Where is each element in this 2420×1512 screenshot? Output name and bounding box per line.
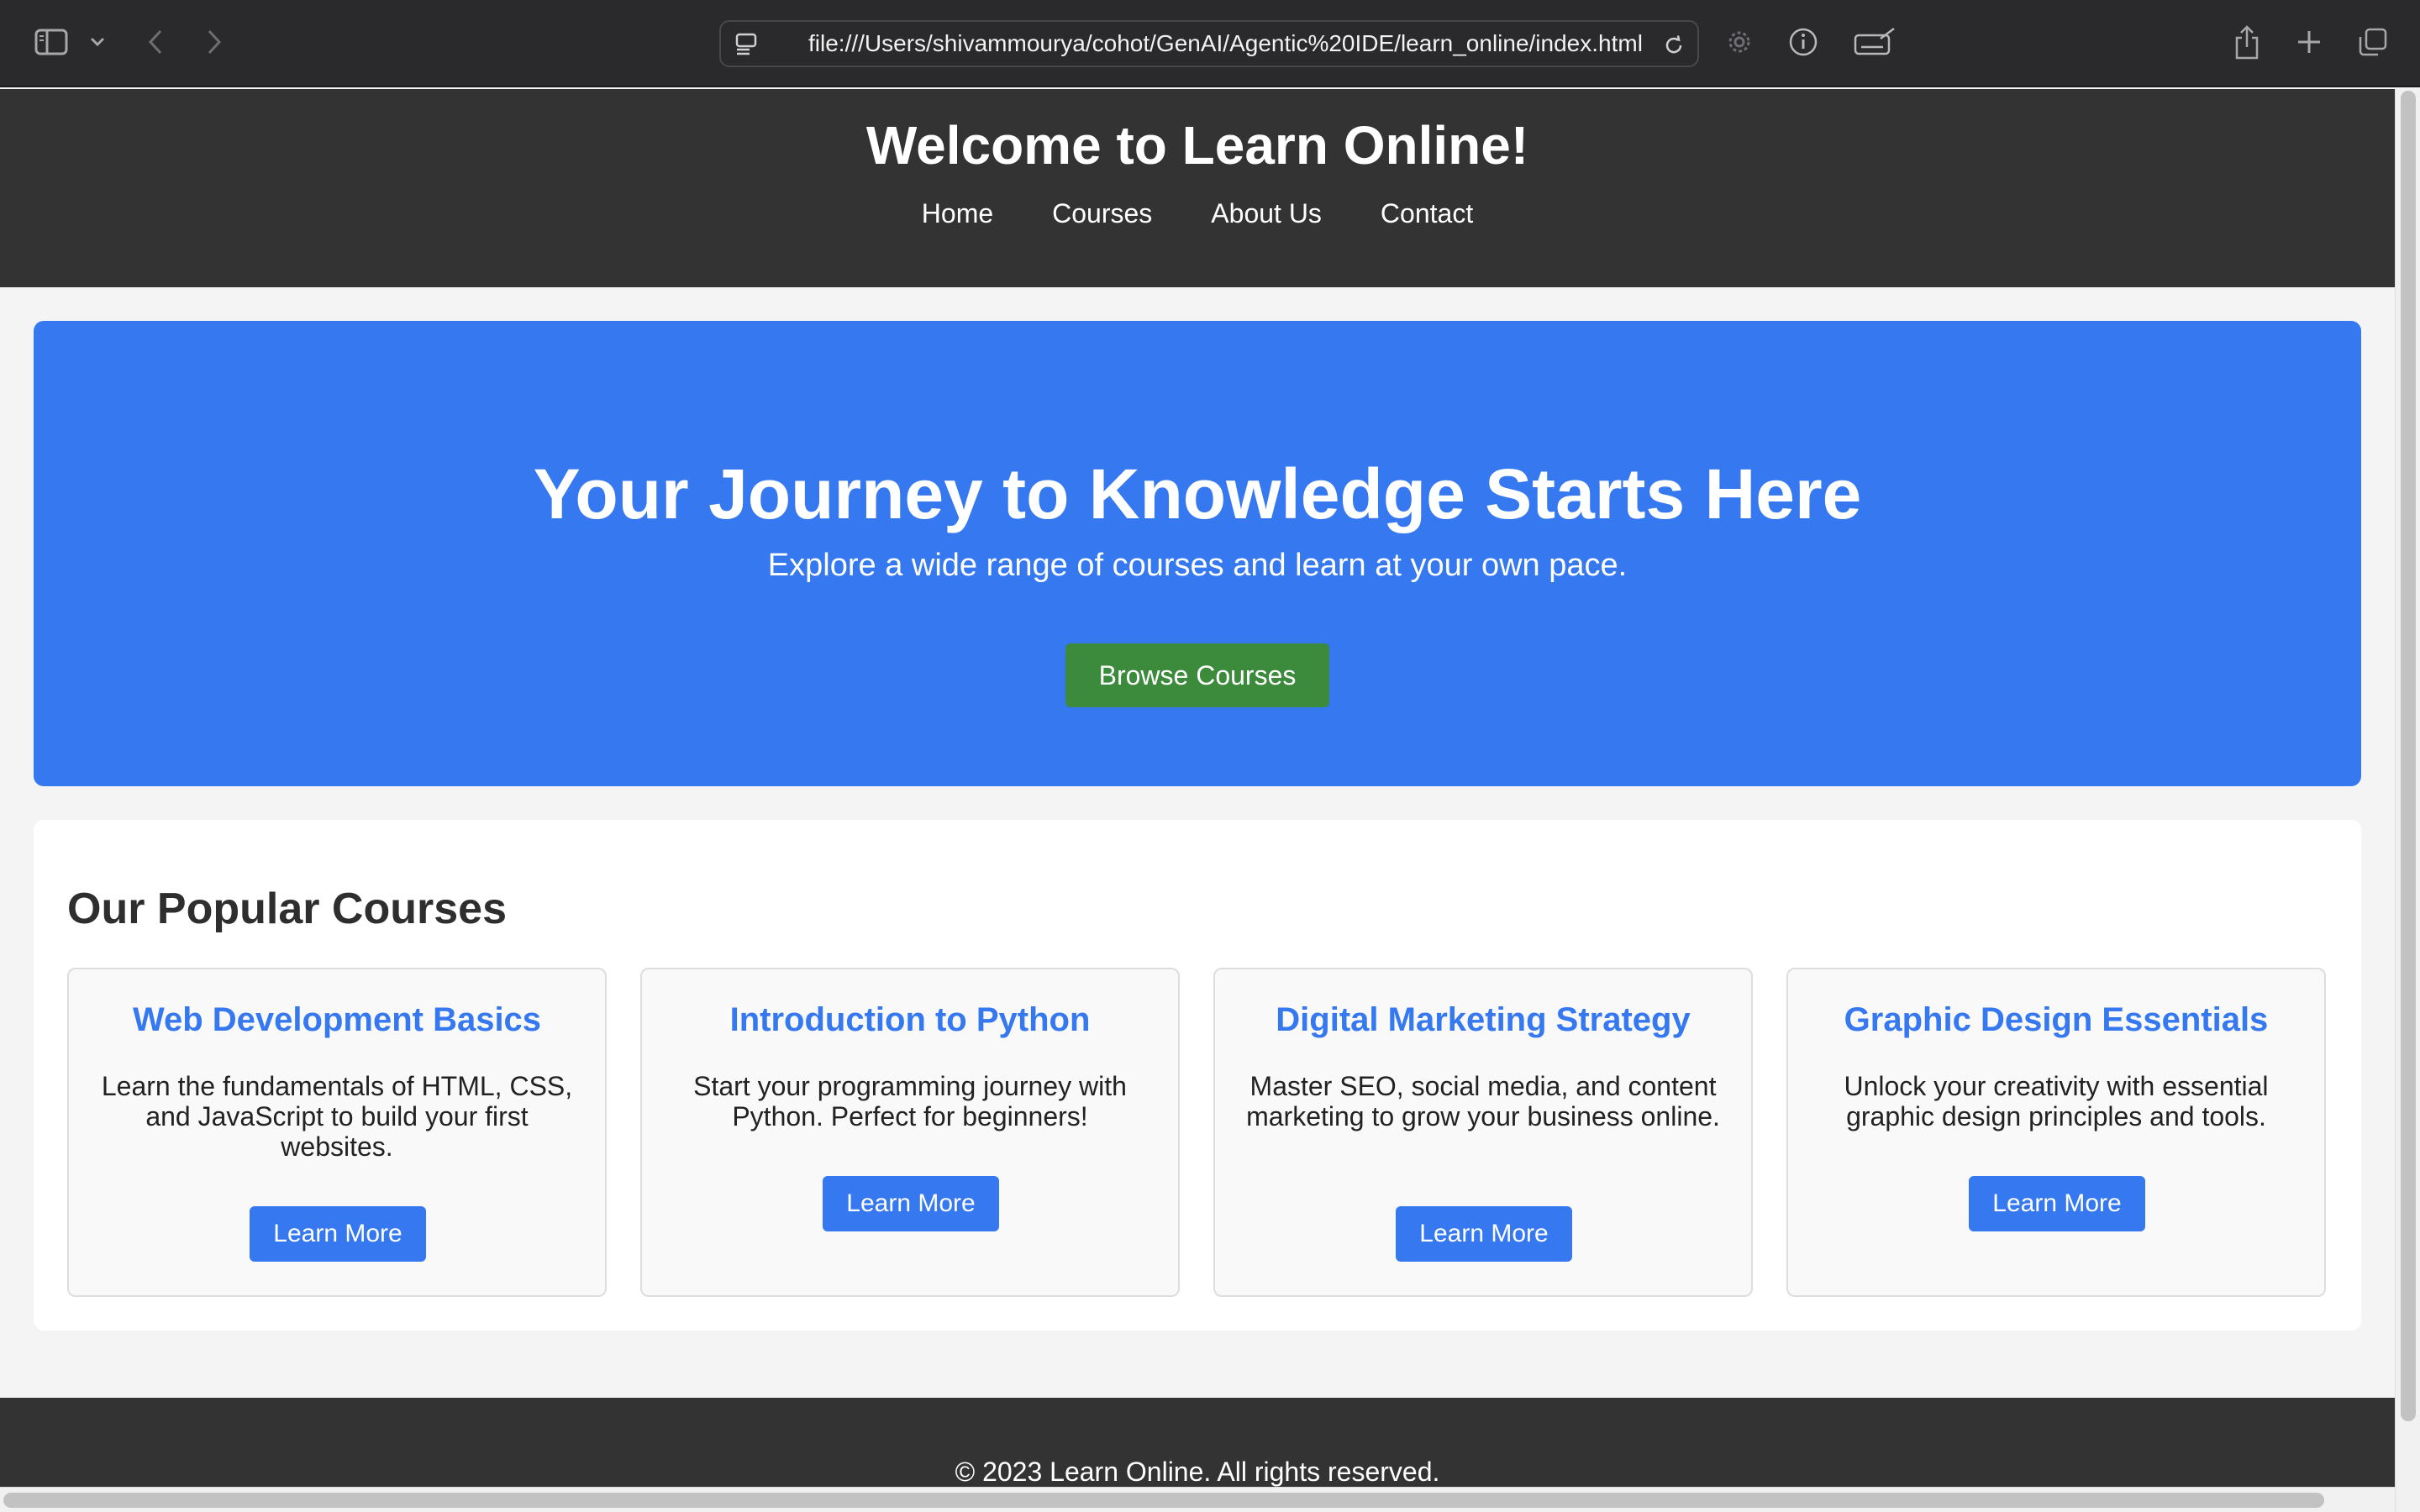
course-card: Graphic Design Essentials Unlock your cr… bbox=[1786, 968, 2326, 1297]
course-title: Web Development Basics bbox=[132, 1001, 542, 1038]
reload-icon[interactable] bbox=[1660, 32, 1687, 59]
learn-more-button[interactable]: Learn More bbox=[823, 1176, 999, 1231]
site-footer: © 2023 Learn Online. All rights reserved… bbox=[0, 1398, 2395, 1487]
site-title: Welcome to Learn Online! bbox=[865, 115, 1529, 176]
sidebar-icon[interactable] bbox=[32, 25, 71, 59]
site-header: Welcome to Learn Online! Home Courses Ab… bbox=[0, 89, 2395, 287]
nav-courses-link[interactable]: Courses bbox=[1052, 198, 1152, 229]
learn-more-button[interactable]: Learn More bbox=[250, 1206, 426, 1262]
tabs-icon[interactable] bbox=[2356, 25, 2390, 59]
url-text[interactable]: file:///Users/shivammourya/cohot/GenAI/A… bbox=[808, 22, 1643, 66]
back-icon[interactable] bbox=[143, 25, 168, 59]
vertical-scroll-thumb[interactable] bbox=[2401, 91, 2416, 1421]
course-card: Web Development Basics Learn the fundame… bbox=[67, 968, 607, 1297]
course-title: Digital Marketing Strategy bbox=[1276, 1001, 1691, 1038]
course-card: Introduction to Python Start your progra… bbox=[640, 968, 1180, 1297]
info-icon[interactable] bbox=[1786, 25, 1820, 59]
learn-more-button[interactable]: Learn More bbox=[1396, 1206, 1572, 1262]
courses-heading: Our Popular Courses bbox=[67, 885, 507, 933]
courses-section: Our Popular Courses Web Development Basi… bbox=[34, 820, 2361, 1331]
main-nav: Home Courses About Us Contact bbox=[0, 198, 2395, 229]
vertical-scrollbar[interactable] bbox=[2395, 89, 2420, 1512]
course-card: Digital Marketing Strategy Master SEO, s… bbox=[1213, 968, 1753, 1297]
nav-about-link[interactable]: About Us bbox=[1211, 198, 1322, 229]
browser-toolbar: file:///Users/shivammourya/cohot/GenAI/A… bbox=[0, 0, 2420, 87]
course-description: Learn the fundamentals of HTML, CSS, and… bbox=[101, 1071, 573, 1162]
course-title: Introduction to Python bbox=[729, 1001, 1091, 1038]
plus-icon[interactable] bbox=[2294, 25, 2324, 59]
gear-icon[interactable] bbox=[1723, 25, 1756, 59]
forward-icon[interactable] bbox=[202, 25, 227, 59]
horizontal-scroll-thumb[interactable] bbox=[3, 1493, 2324, 1508]
learn-more-button[interactable]: Learn More bbox=[1969, 1176, 2145, 1231]
keyboard-icon[interactable] bbox=[1852, 25, 1897, 59]
nav-home-link[interactable]: Home bbox=[922, 198, 993, 229]
course-description: Master SEO, social media, and content ma… bbox=[1246, 1071, 1720, 1131]
browse-courses-button[interactable]: Browse Courses bbox=[1065, 643, 1329, 707]
hero-subheading: Explore a wide range of courses and lear… bbox=[767, 548, 1628, 583]
course-description: Unlock your creativity with essential gr… bbox=[1844, 1071, 2269, 1131]
page-menu-icon[interactable] bbox=[733, 32, 760, 55]
course-description: Start your programming journey with Pyth… bbox=[693, 1071, 1127, 1131]
web-page: Welcome to Learn Online! Home Courses Ab… bbox=[0, 89, 2395, 1487]
chevron-down-icon[interactable] bbox=[87, 32, 108, 52]
share-icon[interactable] bbox=[2232, 22, 2262, 62]
hero-heading: Your Journey to Knowledge Starts Here bbox=[533, 454, 1862, 533]
horizontal-scrollbar[interactable] bbox=[0, 1487, 2395, 1512]
course-title: Graphic Design Essentials bbox=[1844, 1001, 2269, 1038]
nav-contact-link[interactable]: Contact bbox=[1381, 198, 1473, 229]
footer-copyright: © 2023 Learn Online. All rights reserved… bbox=[955, 1457, 1440, 1487]
hero-section: Your Journey to Knowledge Starts Here Ex… bbox=[34, 321, 2361, 786]
address-bar[interactable]: file:///Users/shivammourya/cohot/GenAI/A… bbox=[719, 20, 1699, 67]
